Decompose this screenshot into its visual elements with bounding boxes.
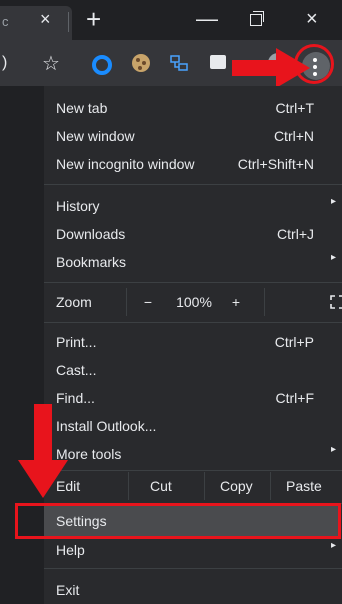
menu-item-label: Print... — [56, 334, 97, 350]
cut-button[interactable]: Cut — [150, 470, 172, 502]
submenu-arrow-icon: ▸ — [330, 444, 336, 455]
cookie-extension-icon[interactable] — [132, 54, 150, 72]
submenu-arrow-icon: ▸ — [330, 196, 336, 207]
bookmark-star-icon[interactable]: ☆ — [42, 51, 60, 76]
menu-item-label: Bookmarks — [56, 254, 127, 270]
zoom-level: 100% — [176, 294, 212, 310]
edit-divider — [128, 472, 129, 500]
zoom-row: Zoom − 100% + — [44, 286, 342, 318]
menu-item-history[interactable]: History ▸ — [44, 192, 342, 220]
menu-item-bookmarks[interactable]: Bookmarks ▸ — [44, 248, 342, 276]
menu-item-shortcut: Ctrl+F — [275, 390, 315, 406]
o-extension-icon[interactable] — [92, 55, 112, 75]
menu-item-new-incognito-window[interactable]: New incognito window Ctrl+Shift+N — [44, 150, 342, 178]
tab-separator — [68, 12, 69, 32]
menu-item-shortcut: Ctrl+P — [274, 334, 314, 350]
menu-item-shortcut: Ctrl+N — [273, 128, 314, 144]
zoom-divider — [126, 288, 127, 316]
menu-item-label: Help — [56, 542, 85, 558]
menu-item-label: Cast... — [56, 362, 97, 378]
menu-item-shortcut: Ctrl+T — [275, 100, 315, 116]
menu-item-label: Exit — [56, 582, 80, 598]
network-extension-icon[interactable] — [170, 54, 188, 72]
menu-item-label: New tab — [56, 100, 108, 116]
browser-tab[interactable] — [0, 6, 72, 40]
restore-icon[interactable] — [250, 14, 262, 26]
tab-title: c — [2, 14, 9, 29]
menu-item-label: New window — [56, 128, 135, 144]
menu-item-label: New incognito window — [56, 156, 195, 172]
menu-item-help[interactable]: Help ▸ — [44, 536, 342, 564]
edit-row: Edit Cut Copy Paste — [44, 470, 342, 502]
zoom-label: Zoom — [56, 294, 92, 310]
submenu-arrow-icon: ▸ — [330, 252, 336, 263]
edit-divider — [270, 472, 271, 500]
minimize-icon[interactable]: — — [196, 6, 218, 32]
menu-item-new-window[interactable]: New window Ctrl+N — [44, 122, 342, 150]
menu-divider — [44, 568, 342, 569]
zoom-in-button[interactable]: + — [224, 286, 248, 318]
arrow-down-annotation — [18, 404, 68, 498]
settings-highlight-box — [15, 503, 341, 539]
zoom-out-button[interactable]: − — [136, 286, 160, 318]
menu-item-find[interactable]: Find... Ctrl+F — [44, 384, 342, 412]
menu-item-more-tools[interactable]: More tools ▸ — [44, 440, 342, 468]
menu-item-exit[interactable]: Exit — [44, 576, 342, 604]
red-extension-icon[interactable] — [210, 55, 226, 69]
menu-divider — [44, 184, 342, 185]
menu-item-label: Install Outlook... — [56, 418, 157, 434]
arrow-right-annotation — [232, 48, 310, 88]
menu-item-downloads[interactable]: Downloads Ctrl+J — [44, 220, 342, 248]
menu-item-shortcut: Ctrl+J — [277, 226, 314, 242]
copy-button[interactable]: Copy — [220, 470, 253, 502]
menu-item-shortcut: Ctrl+Shift+N — [237, 156, 314, 172]
close-window-icon[interactable]: × — [306, 8, 318, 31]
paste-button[interactable]: Paste — [286, 470, 322, 502]
edit-divider — [204, 472, 205, 500]
tab-close-icon[interactable]: × — [40, 9, 51, 30]
fullscreen-icon[interactable] — [330, 295, 342, 309]
menu-item-label: History — [56, 198, 100, 214]
menu-divider — [44, 322, 342, 323]
omnibox-edge[interactable]: ) — [2, 54, 7, 72]
menu-divider — [44, 282, 342, 283]
menu-item-print[interactable]: Print... Ctrl+P — [44, 328, 342, 356]
menu-item-new-tab[interactable]: New tab Ctrl+T — [44, 94, 342, 122]
menu-item-label: Downloads — [56, 226, 126, 242]
submenu-arrow-icon: ▸ — [330, 540, 336, 551]
menu-item-install-outlook[interactable]: Install Outlook... — [44, 412, 342, 440]
menu-item-cast[interactable]: Cast... — [44, 356, 342, 384]
zoom-divider — [264, 288, 265, 316]
new-tab-button[interactable]: + — [86, 4, 101, 35]
